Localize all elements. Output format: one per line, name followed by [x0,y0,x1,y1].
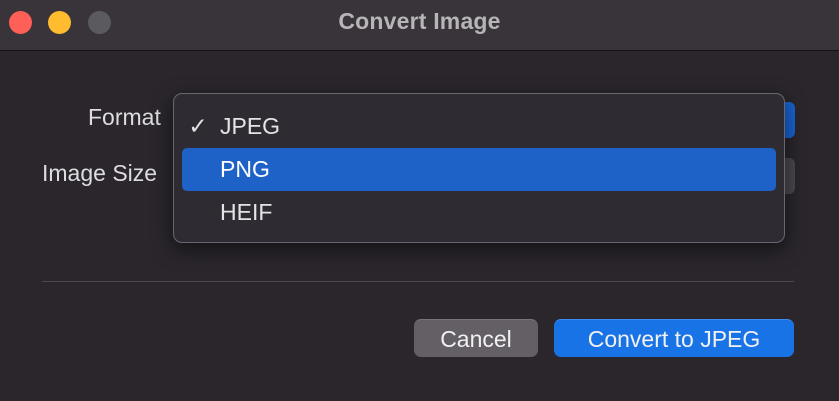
menu-item-label: PNG [220,156,270,182]
format-label: Format [88,104,161,130]
menu-item-label: JPEG [220,113,281,139]
cancel-button[interactable]: Cancel [414,319,538,357]
menu-item-heif[interactable]: HEIF [182,191,776,234]
convert-button[interactable]: Convert to JPEG [554,319,794,357]
image-size-label: Image Size [42,160,158,186]
format-dropdown-menu: ✓ JPEG PNG HEIF [173,93,785,243]
convert-image-dialog: Convert Image Format Image Size Cancel C… [0,0,839,401]
menu-item-jpeg[interactable]: ✓ JPEG [182,105,776,148]
checkmark-icon: ✓ [188,113,208,139]
menu-item-png[interactable]: PNG [182,148,776,191]
title-bar: Convert Image [0,0,839,51]
menu-item-label: HEIF [220,199,273,225]
window-title: Convert Image [338,8,501,34]
divider [42,281,794,282]
